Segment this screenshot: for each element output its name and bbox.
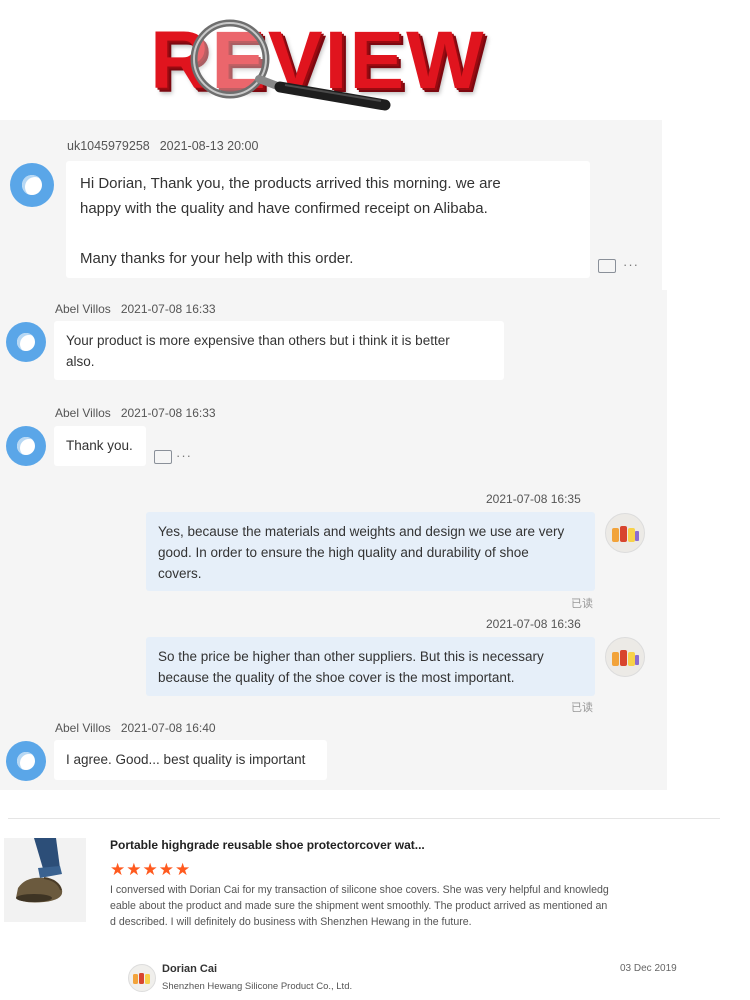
shoe-cover-icon [612,650,639,666]
message-meta: Abel Villos 2021-07-08 16:40 [55,721,226,735]
seller-name: Dorian Cai [162,963,218,975]
message-timestamp: 2021-07-08 16:33 [120,406,216,420]
message-line: covers. [158,566,202,581]
message-meta: uk1045979258 2021-08-13 20:00 [67,139,268,153]
message-line [80,221,576,246]
divider [8,818,720,819]
message-line: So the price be higher than other suppli… [158,649,544,664]
product-image[interactable] [4,838,86,922]
message-bubble-self: So the price be higher than other suppli… [146,637,595,696]
star-rating: ★★★★★ [110,860,192,879]
review-line: I conversed with Dorian Cai for my trans… [110,884,609,896]
message-bubble: I agree. Good... best quality is importa… [54,740,327,780]
sender-name: uk1045979258 [67,139,150,153]
message-timestamp: 2021-07-08 16:33 [120,302,216,316]
translate-icon[interactable] [154,450,172,464]
shoe-cover-icon [133,973,150,984]
message-line: because the quality of the shoe cover is… [158,670,515,685]
review-date: 03 Dec 2019 [620,963,677,974]
message-line: also. [66,354,95,369]
sender-name: Abel Villos [55,721,111,735]
sender-name: Abel Villos [55,302,111,316]
message-timestamp: 2021-07-08 16:40 [120,721,216,735]
magnifier-icon [190,19,391,111]
message-timestamp: 2021-07-08 16:36 [486,617,581,631]
review-line: eable about the product and made sure th… [110,900,608,912]
seller-avatar[interactable] [605,637,645,677]
review-line: d described. I will definitely do busine… [110,916,472,928]
seller-company[interactable]: Shenzhen Hewang Silicone Product Co., Lt… [162,981,352,992]
message-line: happy with the quality and have confirme… [80,200,488,217]
sender-name: Abel Villos [55,406,111,420]
message-line: Many thanks for your help with this orde… [80,250,354,267]
message-line: Hi Dorian, Thank you, the products arriv… [80,175,501,192]
review-text: I conversed with Dorian Cai for my trans… [110,882,658,930]
shoe-cover-icon [612,526,639,542]
read-status: 已读 [571,702,593,714]
avatar-icon[interactable] [6,741,46,781]
product-photo [4,838,86,922]
message-bubble: Your product is more expensive than othe… [54,321,504,380]
message-line: good. In order to ensure the high qualit… [158,545,529,560]
message-meta: Abel Villos 2021-07-08 16:33 [55,406,226,420]
avatar-icon[interactable] [6,322,46,362]
message-line: Yes, because the materials and weights a… [158,524,565,539]
avatar-icon[interactable] [10,163,54,207]
message-bubble: Thank you. [54,426,146,466]
message-bubble-self: Yes, because the materials and weights a… [146,512,595,591]
more-icon[interactable]: ··· [176,448,192,463]
more-icon[interactable]: ··· [623,257,639,272]
message-timestamp: 2021-07-08 16:35 [486,492,581,506]
product-title[interactable]: Portable highgrade reusable shoe protect… [110,838,425,852]
message-timestamp: 2021-08-13 20:00 [159,139,259,153]
seller-avatar[interactable] [128,964,156,992]
message-line: Your product is more expensive than othe… [66,333,450,348]
read-status: 已读 [571,598,593,610]
message-line: I agree. Good... best quality is importa… [66,752,306,767]
message-bubble: Hi Dorian, Thank you, the products arriv… [66,161,590,278]
message-line: Thank you. [66,438,133,453]
translate-icon[interactable] [598,259,616,273]
avatar-icon[interactable] [6,426,46,466]
seller-avatar[interactable] [605,513,645,553]
message-meta: Abel Villos 2021-07-08 16:33 [55,302,226,316]
